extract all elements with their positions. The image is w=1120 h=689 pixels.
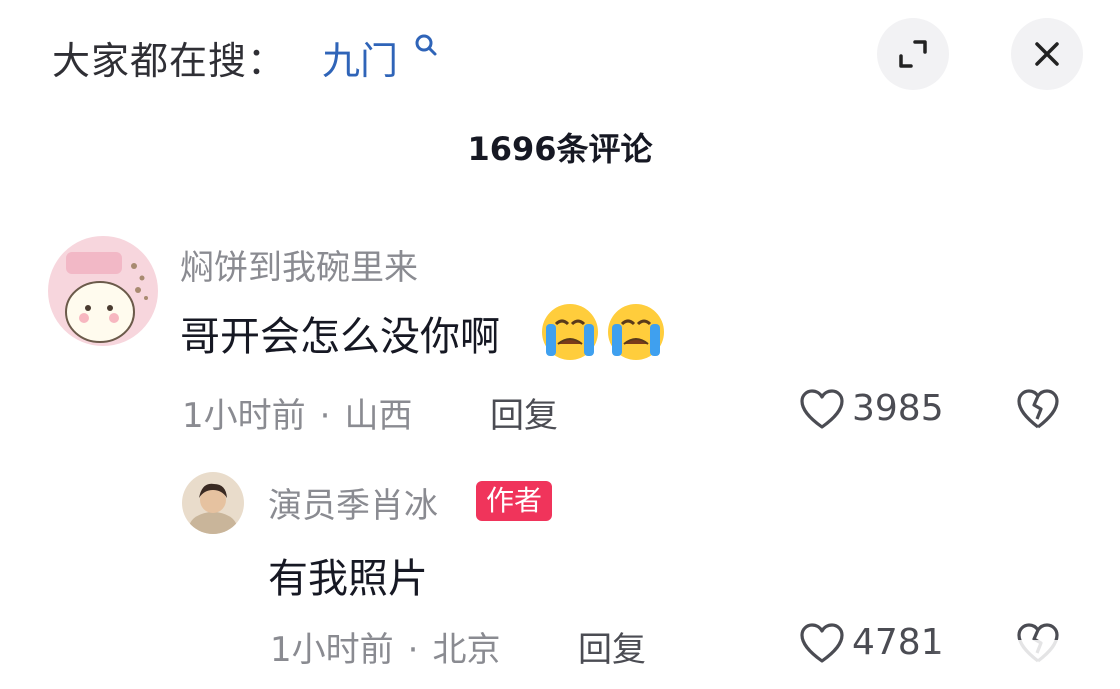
comment-location: 山西	[344, 396, 413, 436]
search-suggestion-link[interactable]: 九门	[322, 30, 398, 85]
broken-heart-icon[interactable]	[1015, 387, 1061, 431]
reply-button[interactable]: 回复	[490, 388, 558, 437]
comment-username[interactable]: 焖饼到我碗里来	[180, 240, 418, 289]
search-icon[interactable]	[412, 32, 442, 62]
comment-text: 有我照片	[268, 556, 428, 602]
comment-username[interactable]: 演员季肖冰	[268, 478, 438, 527]
close-button[interactable]	[1011, 18, 1083, 90]
comment-text: 哥开会怎么没你啊	[180, 314, 500, 360]
crying-face-emoji	[542, 304, 664, 360]
meta-separator: ·	[407, 630, 419, 670]
avatar-photo	[182, 472, 244, 534]
close-icon	[1035, 42, 1059, 66]
heart-icon[interactable]	[798, 621, 846, 665]
comment-count-title: 1696条评论	[467, 130, 653, 168]
avatar-illustration	[48, 236, 158, 346]
comment-time: 1小时前	[270, 630, 394, 670]
expand-icon	[899, 40, 927, 68]
search-suggestion-prefix: 大家都在搜：	[52, 39, 287, 83]
top-bar: 大家都在搜： 九门	[0, 0, 1120, 120]
like-count: 3985	[852, 388, 944, 429]
heart-icon[interactable]	[798, 387, 846, 431]
expand-button[interactable]	[877, 18, 949, 90]
meta-separator: ·	[319, 396, 331, 436]
avatar[interactable]	[182, 472, 244, 534]
comment-time: 1小时前	[182, 396, 306, 436]
author-badge: 作者	[476, 481, 553, 521]
reply-button[interactable]: 回复	[578, 622, 646, 671]
comment-meta: 1小时前 · 山西	[182, 388, 412, 437]
comment-meta: 1小时前 · 北京	[270, 622, 500, 671]
comment-location: 北京	[432, 630, 501, 670]
avatar[interactable]	[48, 236, 158, 346]
watermark-overlay	[930, 640, 1120, 689]
